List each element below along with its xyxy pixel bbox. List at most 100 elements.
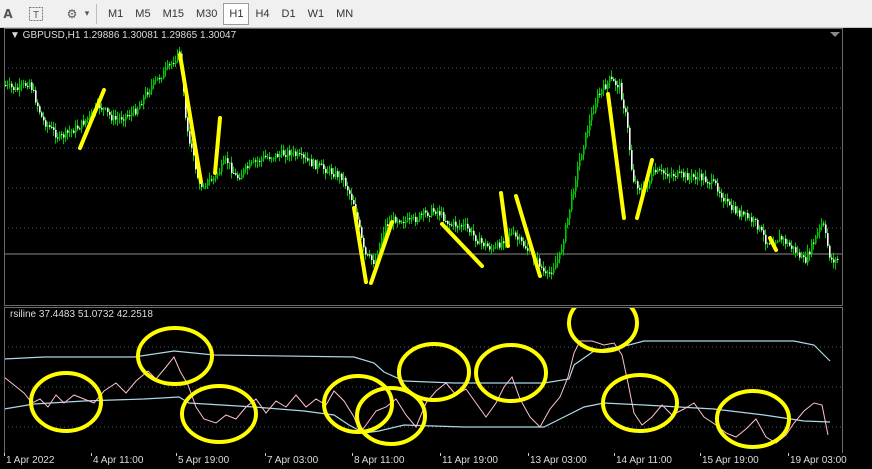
candle-body <box>693 174 695 177</box>
candle-body <box>55 129 57 138</box>
time-axis-label: 13 Apr 03:00 <box>530 455 587 466</box>
candle-body <box>81 120 83 129</box>
timeframe-button-m30[interactable]: M30 <box>190 3 223 25</box>
candle-body <box>65 130 67 138</box>
timeframe-button-m5[interactable]: M5 <box>129 3 156 25</box>
candle-body <box>421 213 423 215</box>
candle-body <box>361 227 363 238</box>
candle-body <box>223 160 225 164</box>
candle-body <box>417 219 419 223</box>
candle-body <box>833 259 835 263</box>
candle-body <box>211 179 213 181</box>
timeframe-button-m15[interactable]: M15 <box>157 3 190 25</box>
candle-body <box>729 201 731 205</box>
chart-window[interactable]: ▼ GBPUSD,H1 1.29886 1.30081 1.29865 1.30… <box>0 28 872 469</box>
candle-body <box>247 166 249 169</box>
candle-body <box>321 163 323 165</box>
candle-body <box>165 67 167 71</box>
candle-body <box>241 174 243 179</box>
time-axis-tick <box>352 453 353 456</box>
candle-body <box>695 176 697 180</box>
candle-body <box>123 119 125 121</box>
candle-body <box>447 221 449 224</box>
annotation-ellipse <box>180 384 258 444</box>
candle-body <box>127 115 129 117</box>
candle-body <box>329 168 331 172</box>
text-tool-icon[interactable]: A <box>0 3 16 25</box>
candle-body <box>137 108 139 115</box>
candle-body <box>489 246 491 250</box>
candle-body <box>141 104 143 106</box>
candle-body <box>589 120 591 131</box>
candle-body <box>827 233 829 246</box>
candle-body <box>5 85 7 86</box>
candle-body <box>815 236 817 244</box>
timeframe-button-d1[interactable]: D1 <box>276 3 302 25</box>
time-axis-tick <box>91 453 92 456</box>
candle-body <box>455 221 457 227</box>
candle-body <box>373 259 375 265</box>
candle-body <box>251 161 253 163</box>
candle-body <box>341 173 343 181</box>
timeframe-button-w1[interactable]: W1 <box>302 3 331 25</box>
candle-body <box>781 236 783 240</box>
candle-body <box>545 271 547 274</box>
annotation-ellipse <box>397 342 471 402</box>
candles-group <box>5 47 839 280</box>
candle-body <box>51 127 53 129</box>
indicator-pane[interactable]: rsiline 37.4483 51.0732 42.2518 <box>4 307 842 453</box>
candle-body <box>627 112 629 128</box>
text-label-tool-icon[interactable]: T <box>26 3 46 25</box>
candle-body <box>79 128 81 130</box>
candle-body <box>271 158 273 160</box>
timeframe-button-h1[interactable]: H1 <box>223 2 250 25</box>
annotation-stroke <box>213 116 222 175</box>
candle-body <box>345 177 347 187</box>
candle-body <box>793 247 795 249</box>
candle-body <box>17 87 19 90</box>
candle-body <box>477 241 479 244</box>
indicator-annotations <box>29 307 791 449</box>
shapes-tool-icon[interactable]: ⚙ <box>62 3 82 25</box>
candle-body <box>291 152 293 156</box>
candle-body <box>129 115 131 117</box>
candle-body <box>457 226 459 228</box>
candle-body <box>367 254 369 256</box>
candle-body <box>19 84 21 90</box>
candle-body <box>139 104 141 109</box>
candle-body <box>591 113 593 121</box>
candle-body <box>69 131 71 133</box>
candle-body <box>37 102 39 107</box>
candle-body <box>691 174 693 177</box>
candle-body <box>87 117 89 120</box>
candle-body <box>711 179 713 184</box>
candle-body <box>105 108 107 110</box>
candle-body <box>667 174 669 177</box>
timeframe-button-h4[interactable]: H4 <box>249 3 275 25</box>
shapes-dropdown-arrow-icon[interactable]: ▾ <box>82 3 92 25</box>
candle-body <box>487 243 489 247</box>
candle-body <box>169 64 171 66</box>
candle-body <box>103 108 105 110</box>
timeframe-button-m1[interactable]: M1 <box>102 3 129 25</box>
candle-body <box>263 155 265 159</box>
candle-body <box>557 259 559 263</box>
candle-body <box>227 158 229 164</box>
candle-body <box>649 181 651 187</box>
candle-body <box>465 223 467 225</box>
candle-body <box>213 178 215 181</box>
candle-body <box>163 70 165 79</box>
candle-body <box>707 181 709 184</box>
candle-body <box>229 162 231 164</box>
candle-body <box>795 247 797 253</box>
candle-body <box>189 131 191 144</box>
candle-body <box>763 230 765 235</box>
candle-body <box>761 226 763 231</box>
candle-body <box>709 183 711 185</box>
candle-body <box>225 158 227 161</box>
candle-body <box>7 84 9 86</box>
candle-body <box>423 210 425 215</box>
price-pane[interactable]: ▼ GBPUSD,H1 1.29886 1.30081 1.29865 1.30… <box>4 28 842 305</box>
candle-body <box>237 174 239 179</box>
timeframe-button-mn[interactable]: MN <box>330 3 359 25</box>
